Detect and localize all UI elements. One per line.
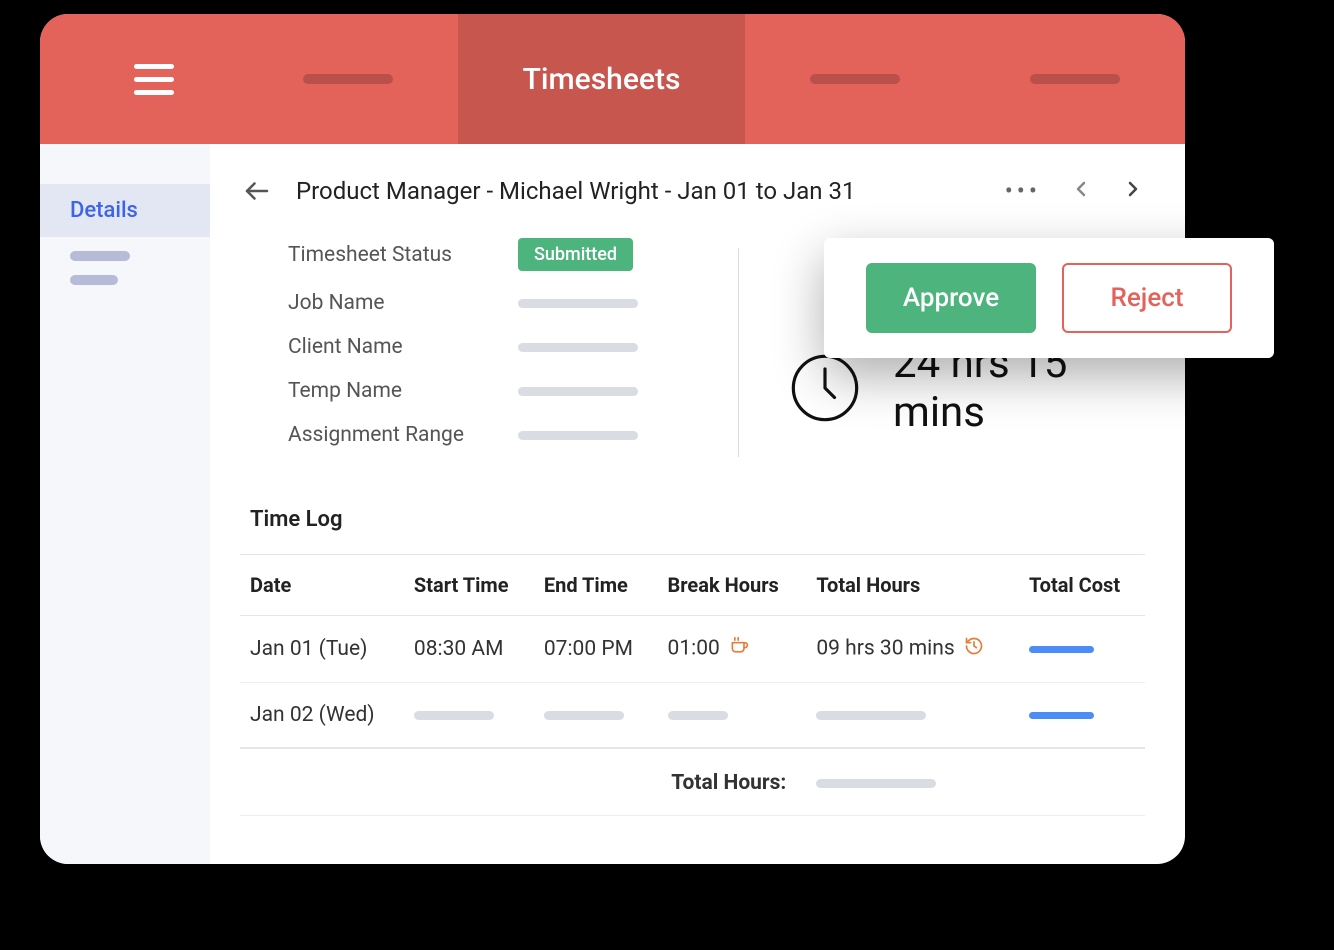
header-tab-placeholder-right2[interactable] xyxy=(965,14,1185,144)
tab-placeholder xyxy=(1030,74,1120,84)
status-row-temp-name: Temp Name xyxy=(288,379,728,403)
footer-total xyxy=(806,748,1019,816)
tab-placeholder xyxy=(303,74,393,84)
footer-label: Total Hours: xyxy=(240,748,806,816)
clock-icon xyxy=(787,350,863,426)
cell-date: Jan 02 (Wed) xyxy=(240,683,404,749)
cost-bar xyxy=(1029,646,1094,653)
sidebar-item-details[interactable]: Details xyxy=(40,184,210,237)
status-label: Assignment Range xyxy=(288,423,518,447)
status-divider xyxy=(738,248,739,457)
cell-start: 08:30 AM xyxy=(404,616,534,683)
chevron-left-icon[interactable] xyxy=(1069,177,1093,205)
cell-placeholder xyxy=(668,711,728,720)
history-icon xyxy=(964,638,984,662)
status-value-placeholder xyxy=(518,343,638,352)
status-value-placeholder xyxy=(518,431,638,440)
header-tab-timesheets[interactable]: Timesheets xyxy=(458,14,744,144)
status-row-job-name: Job Name xyxy=(288,291,728,315)
cost-bar xyxy=(1029,712,1094,719)
status-label: Timesheet Status xyxy=(288,243,518,267)
cell-end: 07:00 PM xyxy=(534,616,658,683)
sidebar-item-placeholder[interactable] xyxy=(70,275,118,285)
cell-start xyxy=(404,683,534,749)
cell-placeholder xyxy=(544,711,624,720)
cell-placeholder xyxy=(816,711,926,720)
th-end: End Time xyxy=(534,555,658,616)
app-header: Timesheets xyxy=(40,14,1185,144)
table-row[interactable]: Jan 01 (Tue) 08:30 AM 07:00 PM 01:00 09 … xyxy=(240,616,1145,683)
status-value-placeholder xyxy=(518,387,638,396)
menu-slot xyxy=(40,14,238,144)
header-tab-placeholder-right1[interactable] xyxy=(745,14,965,144)
cell-break xyxy=(658,683,807,749)
cell-cost xyxy=(1019,616,1145,683)
status-row-timesheet-status: Timesheet Status Submitted xyxy=(288,238,728,271)
status-row-assignment-range: Assignment Range xyxy=(288,423,728,447)
back-arrow-icon[interactable] xyxy=(240,174,274,208)
cell-total: 09 hrs 30 mins xyxy=(806,616,1019,683)
coffee-icon xyxy=(729,638,749,662)
status-label: Client Name xyxy=(288,335,518,359)
sidebar: Details xyxy=(40,144,210,864)
footer-placeholder xyxy=(816,779,936,788)
status-label: Job Name xyxy=(288,291,518,315)
timelog-table: Date Start Time End Time Break Hours Tot… xyxy=(240,554,1145,816)
th-break: Break Hours xyxy=(658,555,807,616)
sidebar-item-placeholder[interactable] xyxy=(70,251,130,261)
status-value-placeholder xyxy=(518,299,638,308)
th-start: Start Time xyxy=(404,555,534,616)
page-header-actions: ••• xyxy=(1005,177,1145,205)
table-header-row: Date Start Time End Time Break Hours Tot… xyxy=(240,555,1145,616)
table-footer-row: Total Hours: xyxy=(240,748,1145,816)
page-title: Product Manager - Michael Wright - Jan 0… xyxy=(296,177,983,205)
tab-placeholder xyxy=(810,74,900,84)
status-row-client-name: Client Name xyxy=(288,335,728,359)
timelog-title: Time Log xyxy=(250,507,1145,532)
cell-end xyxy=(534,683,658,749)
status-badge: Submitted xyxy=(518,238,633,271)
th-total: Total Hours xyxy=(806,555,1019,616)
th-cost: Total Cost xyxy=(1019,555,1145,616)
cell-cost xyxy=(1019,683,1145,749)
more-icon[interactable]: ••• xyxy=(1005,177,1041,205)
table-row[interactable]: Jan 02 (Wed) xyxy=(240,683,1145,749)
status-label: Temp Name xyxy=(288,379,518,403)
cell-break: 01:00 xyxy=(658,616,807,683)
cell-total xyxy=(806,683,1019,749)
approval-action-card: Approve Reject xyxy=(824,238,1274,358)
menu-icon[interactable] xyxy=(134,59,174,99)
app-window: Timesheets Details Product Manager - Mic… xyxy=(40,14,1185,864)
header-tab-bar: Timesheets xyxy=(40,14,1185,144)
header-tab-placeholder-left[interactable] xyxy=(238,14,458,144)
reject-button[interactable]: Reject xyxy=(1062,263,1232,333)
cell-placeholder xyxy=(414,711,494,720)
chevron-right-icon[interactable] xyxy=(1121,177,1145,205)
page-header-row: Product Manager - Michael Wright - Jan 0… xyxy=(240,174,1145,208)
status-left: Timesheet Status Submitted Job Name Clie… xyxy=(288,238,728,467)
approve-button[interactable]: Approve xyxy=(866,263,1036,333)
cell-date: Jan 01 (Tue) xyxy=(240,616,404,683)
th-date: Date xyxy=(240,555,404,616)
